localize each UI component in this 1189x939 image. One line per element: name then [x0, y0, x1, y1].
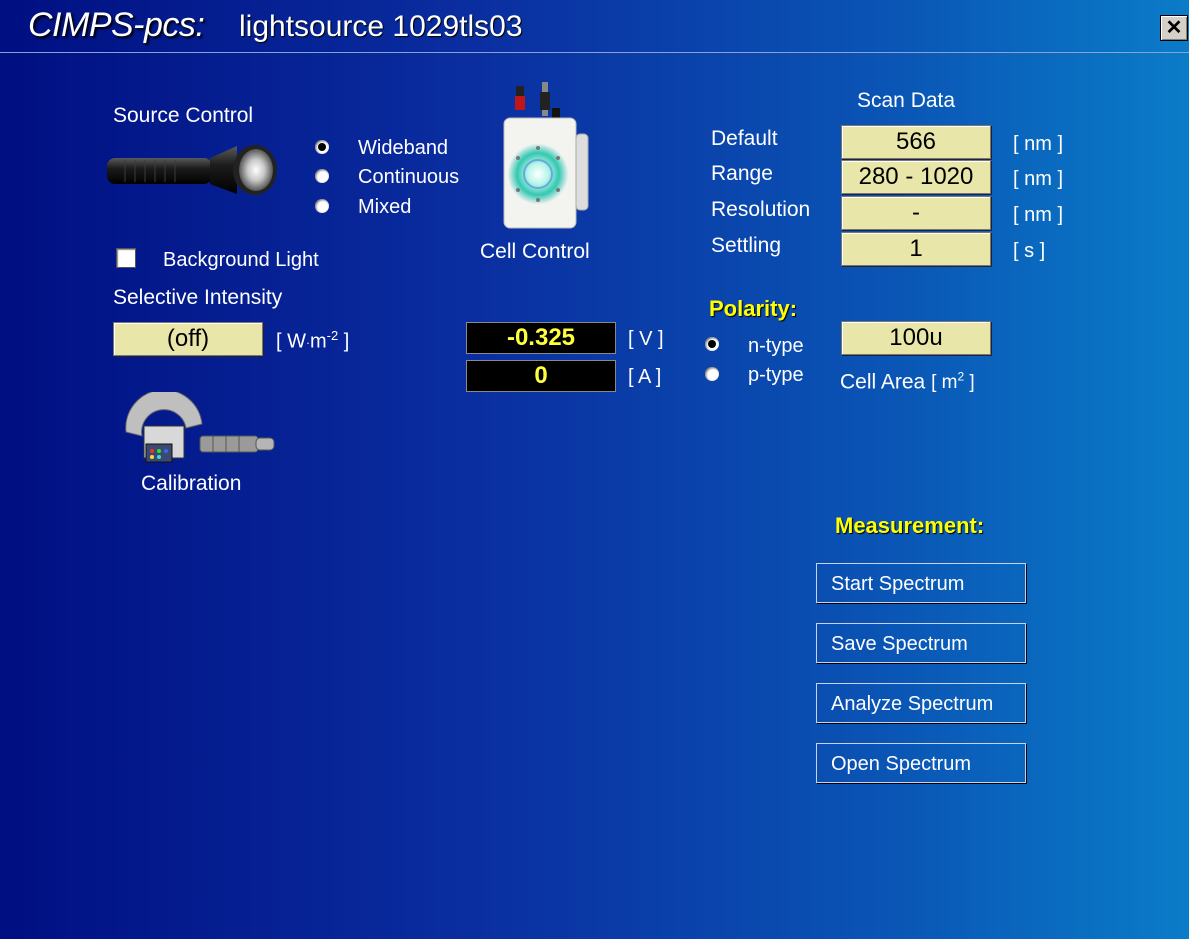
scan-resolution-unit: [ nm ] — [1013, 204, 1064, 226]
open-spectrum-button[interactable]: Open Spectrum — [816, 743, 1026, 783]
cell-holder-icon[interactable] — [496, 82, 596, 242]
polarity-p-type-label: p-type — [748, 364, 804, 386]
micrometer-icon[interactable] — [118, 389, 283, 477]
analyze-spectrum-button[interactable]: Analyze Spectrum — [816, 683, 1026, 723]
polarity-p-type-radio[interactable] — [705, 367, 719, 381]
polarity-n-type-label: n-type — [748, 335, 804, 357]
close-button[interactable]: ✕ — [1160, 15, 1188, 41]
mode-continuous-label: Continuous — [358, 166, 460, 188]
window-title: lightsource 1029tls03 — [239, 10, 523, 43]
background-light-label: Background Light — [163, 249, 319, 271]
polarity-heading: Polarity: — [709, 296, 798, 321]
scan-resolution-field[interactable]: - — [841, 196, 991, 230]
mode-wideband-label: Wideband — [358, 137, 449, 159]
intensity-unit: [ W·m-2 ] — [276, 328, 350, 353]
current-readout: 0 — [466, 360, 616, 392]
selective-intensity-field[interactable]: (off) — [113, 322, 263, 356]
cell-area-field[interactable]: 100u — [841, 321, 991, 355]
start-spectrum-button[interactable]: Start Spectrum — [816, 563, 1026, 603]
scan-settling-label: Settling — [711, 234, 782, 257]
source-control-heading: Source Control — [113, 104, 254, 127]
mode-mixed-radio[interactable] — [315, 199, 329, 213]
scan-default-unit: [ nm ] — [1013, 133, 1064, 155]
current-unit: [ A ] — [628, 366, 662, 388]
scan-range-label: Range — [711, 162, 773, 185]
cell-control-label: Cell Control — [480, 240, 590, 263]
measurement-heading: Measurement: — [835, 513, 985, 538]
cell-area-label: Cell Area [ m2 ] — [840, 370, 975, 394]
mode-mixed-label: Mixed — [358, 196, 412, 218]
save-spectrum-button[interactable]: Save Spectrum — [816, 623, 1026, 663]
scan-default-field[interactable]: 566 — [841, 125, 991, 159]
scan-settling-field[interactable]: 1 — [841, 232, 991, 266]
scan-settling-unit: [ s ] — [1013, 240, 1046, 262]
polarity-n-type-radio[interactable] — [705, 337, 719, 351]
mode-wideband-radio[interactable] — [315, 140, 329, 154]
mode-continuous-radio[interactable] — [315, 169, 329, 183]
scan-default-label: Default — [711, 127, 778, 150]
voltage-unit: [ V ] — [628, 328, 664, 350]
scan-resolution-label: Resolution — [711, 198, 811, 221]
voltage-readout: -0.325 — [466, 322, 616, 354]
app-name: CIMPS-pcs: — [28, 6, 205, 44]
selective-intensity-label: Selective Intensity — [113, 286, 283, 309]
calibration-label: Calibration — [141, 472, 242, 495]
flashlight-icon[interactable] — [105, 140, 280, 205]
background-light-checkbox[interactable] — [116, 248, 136, 268]
scan-range-unit: [ nm ] — [1013, 168, 1064, 190]
close-icon: ✕ — [1165, 17, 1183, 39]
scan-range-field[interactable]: 280 - 1020 — [841, 160, 991, 194]
scan-data-heading: Scan Data — [857, 89, 956, 112]
